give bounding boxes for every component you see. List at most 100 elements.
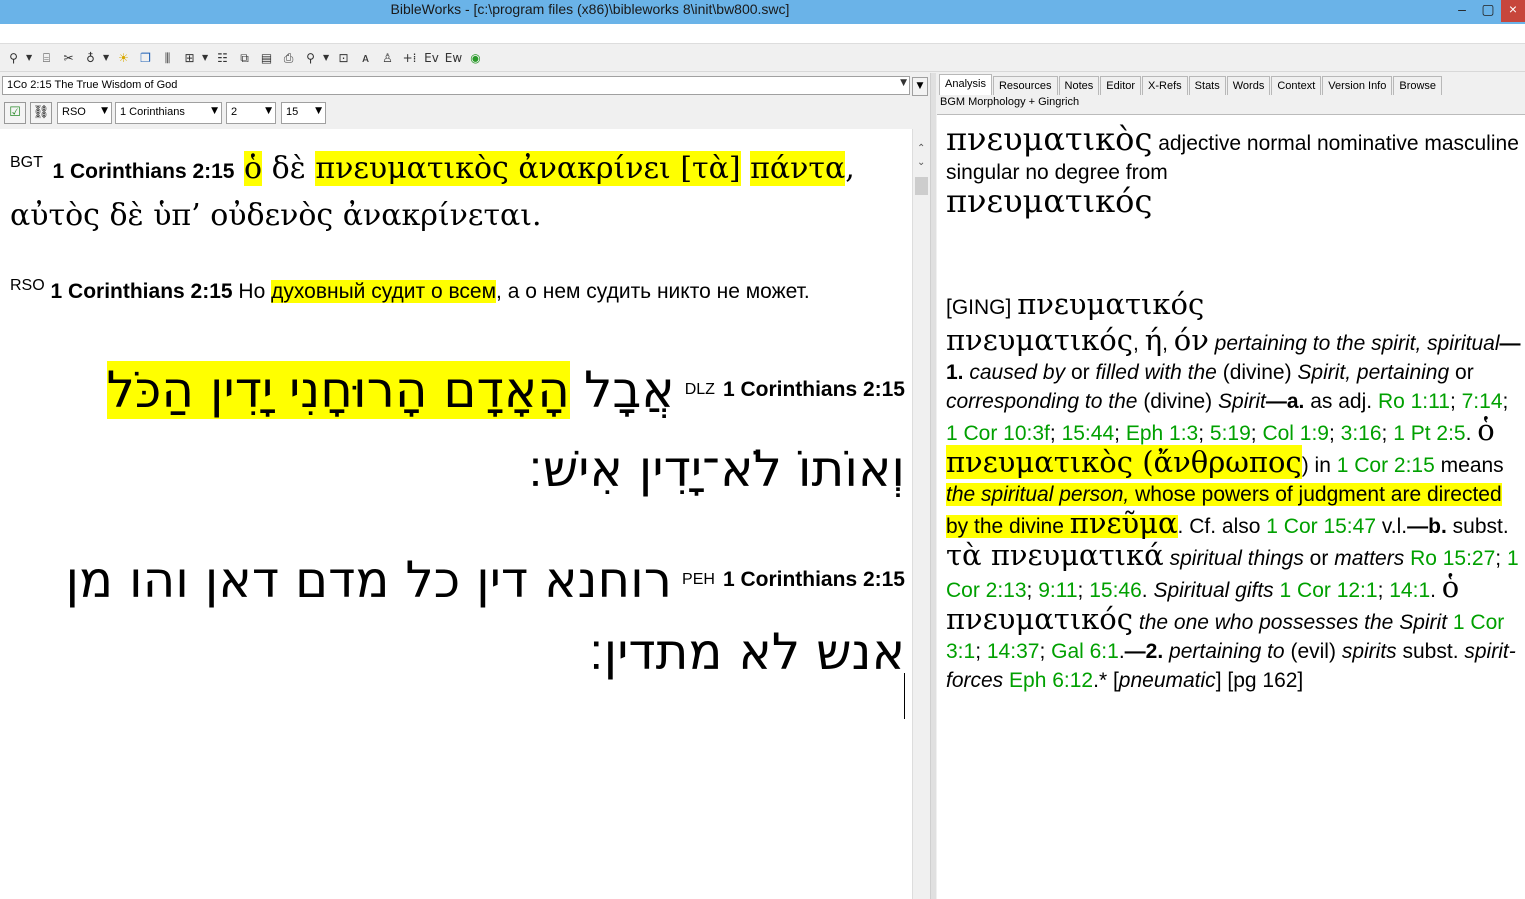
- verse-combo-dropdown-button[interactable]: ▼: [912, 77, 928, 96]
- minimize-button[interactable]: –: [1449, 0, 1475, 22]
- tab-words[interactable]: Words: [1226, 76, 1271, 95]
- ev-icon[interactable]: Ev: [422, 48, 441, 68]
- scripture-link[interactable]: 14:1: [1389, 579, 1430, 602]
- browse-text-pane[interactable]: BGT 1 Corinthians 2:15 ὁ δὲ πνευματικὸς …: [0, 129, 912, 899]
- layout-icon[interactable]: ⊡: [334, 48, 353, 68]
- chevron-down-icon[interactable]: ▼: [202, 48, 211, 68]
- analysis-pane[interactable]: πνευματικὸς adjective normal nominative …: [937, 114, 1525, 899]
- tab-version-info[interactable]: Version Info: [1322, 76, 1393, 95]
- scripture-link[interactable]: Col 1:9: [1262, 422, 1329, 445]
- tools-icon[interactable]: ✂: [59, 48, 78, 68]
- tab-analysis[interactable]: Analysis: [939, 74, 992, 95]
- ew-icon[interactable]: Ew: [444, 48, 463, 68]
- hebrew-highlighted-phrase[interactable]: הָאָדָם הָרוּחָנִי יָדִין הַכֹּל: [106, 361, 570, 419]
- definition-text: pneumatic: [1118, 669, 1216, 692]
- definition-text: caused by: [969, 361, 1066, 384]
- hebrew-word[interactable]: אֲבָל: [584, 361, 675, 419]
- scripture-link[interactable]: Gal 6:1: [1051, 640, 1119, 663]
- verse-reference[interactable]: 1 Corinthians 2:15: [51, 280, 233, 303]
- scripture-link[interactable]: 3:16: [1341, 422, 1382, 445]
- definition-text: Spirit, pertaining: [1297, 361, 1450, 384]
- greek-word: τὰ πνευματικά: [946, 538, 1164, 572]
- russian-highlighted-phrase[interactable]: духовный судит о всем: [271, 280, 497, 303]
- scripture-link[interactable]: 9:11: [1038, 579, 1077, 602]
- pane-splitter[interactable]: [930, 73, 936, 899]
- scripture-link[interactable]: 15:44: [1062, 422, 1115, 445]
- person-icon[interactable]: ♙: [378, 48, 397, 68]
- scripture-link[interactable]: 1 Cor 2:15: [1337, 454, 1435, 477]
- verse-reference[interactable]: 1 Corinthians 2:15: [723, 568, 905, 592]
- grid-icon[interactable]: ⊞: [180, 48, 199, 68]
- analysis-tabs: Analysis Resources Notes Editor X-Refs S…: [937, 73, 1525, 95]
- book-select[interactable]: 1 Corinthians ▼: [115, 102, 222, 124]
- version-select[interactable]: RSO ▼: [57, 102, 112, 124]
- scripture-link[interactable]: 1 Cor 15:47: [1266, 515, 1376, 538]
- scripture-link[interactable]: Ro 1:11: [1378, 390, 1450, 413]
- tab-editor[interactable]: Editor: [1100, 76, 1142, 95]
- version-label: DLZ: [684, 381, 715, 398]
- scripture-link[interactable]: 14:37: [987, 640, 1040, 663]
- verse-combo[interactable]: 1Co 2:15 The True Wisdom of God ▼: [2, 76, 910, 95]
- greek-word[interactable]: πάντα: [750, 151, 846, 186]
- scripture-link[interactable]: 7:14: [1462, 390, 1503, 413]
- scripture-link[interactable]: 5:19: [1210, 422, 1251, 445]
- chapter-select[interactable]: 2 ▼: [226, 102, 276, 124]
- tab-resources[interactable]: Resources: [992, 76, 1058, 95]
- verse-reference[interactable]: 1 Corinthians 2:15: [52, 160, 234, 183]
- tab-context[interactable]: Context: [1271, 76, 1322, 95]
- window-icon[interactable]: ❐: [136, 48, 155, 68]
- link-icon[interactable]: ⛓: [30, 102, 52, 124]
- verse-reference[interactable]: 1 Corinthians 2:15: [723, 378, 905, 402]
- scripture-link[interactable]: Ro 15:27: [1410, 547, 1495, 570]
- page-reference: ] [pg 162]: [1215, 669, 1304, 692]
- tab-notes[interactable]: Notes: [1058, 76, 1100, 95]
- greek-word[interactable]: ὁ: [244, 151, 263, 186]
- copy-icon[interactable]: ⧉: [235, 48, 254, 68]
- definition-text: spirits: [1341, 640, 1397, 663]
- verse-select[interactable]: 15 ▼: [281, 102, 326, 124]
- hebrew-text[interactable]: רוחנא דין כל מדם דאן והו מן: [65, 551, 672, 609]
- checkmark-icon[interactable]: ☑: [4, 102, 26, 124]
- chevron-down-icon[interactable]: ▼: [103, 48, 112, 68]
- add-icon[interactable]: +⁞: [400, 48, 419, 68]
- list-icon[interactable]: ☷: [213, 48, 232, 68]
- chevron-down-icon: ▼: [265, 106, 272, 116]
- chevron-down-icon[interactable]: ▼: [323, 48, 332, 68]
- scripture-link[interactable]: 1 Cor 12:1: [1280, 579, 1378, 602]
- scripture-link[interactable]: 1 Pt 2:5: [1393, 422, 1465, 445]
- scripture-link[interactable]: 1 Cor 10:3f: [946, 422, 1050, 445]
- search-icon[interactable]: ⚲: [4, 48, 23, 68]
- chevron-down-icon[interactable]: ▼: [900, 78, 907, 88]
- bookmark-icon[interactable]: ♁: [81, 48, 100, 68]
- scripture-link[interactable]: 15:46: [1089, 579, 1142, 602]
- greek-word[interactable]: δὲ: [272, 151, 306, 186]
- columns-icon[interactable]: ⫼: [158, 48, 177, 68]
- highlighted-definition: the spiritual person,: [946, 483, 1130, 506]
- scripture-link[interactable]: Eph 6:12: [1009, 669, 1093, 692]
- tab-stats[interactable]: Stats: [1188, 76, 1226, 95]
- definition-text: or: [1455, 361, 1474, 384]
- scripture-link[interactable]: Eph 1:3: [1126, 422, 1198, 445]
- maximize-button[interactable]: ▢: [1475, 0, 1501, 22]
- close-button[interactable]: ×: [1501, 0, 1525, 22]
- russian-text[interactable]: Но: [238, 280, 265, 303]
- globe-icon[interactable]: ◉: [466, 48, 485, 68]
- lamp-icon[interactable]: ☀: [114, 48, 133, 68]
- notes-icon[interactable]: ᴀ: [356, 48, 375, 68]
- tab-browse[interactable]: Browse: [1393, 76, 1443, 95]
- page-icon[interactable]: ▤: [257, 48, 276, 68]
- vertical-scrollbar[interactable]: ⌃ ⌄: [912, 129, 930, 899]
- scroll-up-icon[interactable]: ⌃: [917, 143, 925, 154]
- scroll-down-icon[interactable]: ⌄: [917, 157, 925, 168]
- hebrew-text[interactable]: אנש לא מתדין׃: [589, 623, 905, 681]
- greek-highlighted-phrase[interactable]: πνευματικὸς ἀνακρίνει [τὰ]: [315, 151, 741, 186]
- highlight-icon[interactable]: ⚲: [301, 48, 320, 68]
- russian-text[interactable]: , а о нем судить никто не может.: [496, 280, 810, 303]
- tab-x-refs[interactable]: X-Refs: [1142, 76, 1188, 95]
- chevron-down-icon[interactable]: ▼: [26, 48, 35, 68]
- version-label: RSO: [10, 277, 45, 294]
- print-icon[interactable]: ⎙: [279, 48, 298, 68]
- setup-icon[interactable]: ⌸: [37, 48, 56, 68]
- hebrew-text[interactable]: וְאוֹתוֹ לֹא־יָדִין אִישׁ׃: [528, 440, 905, 498]
- scroll-thumb[interactable]: [915, 177, 928, 195]
